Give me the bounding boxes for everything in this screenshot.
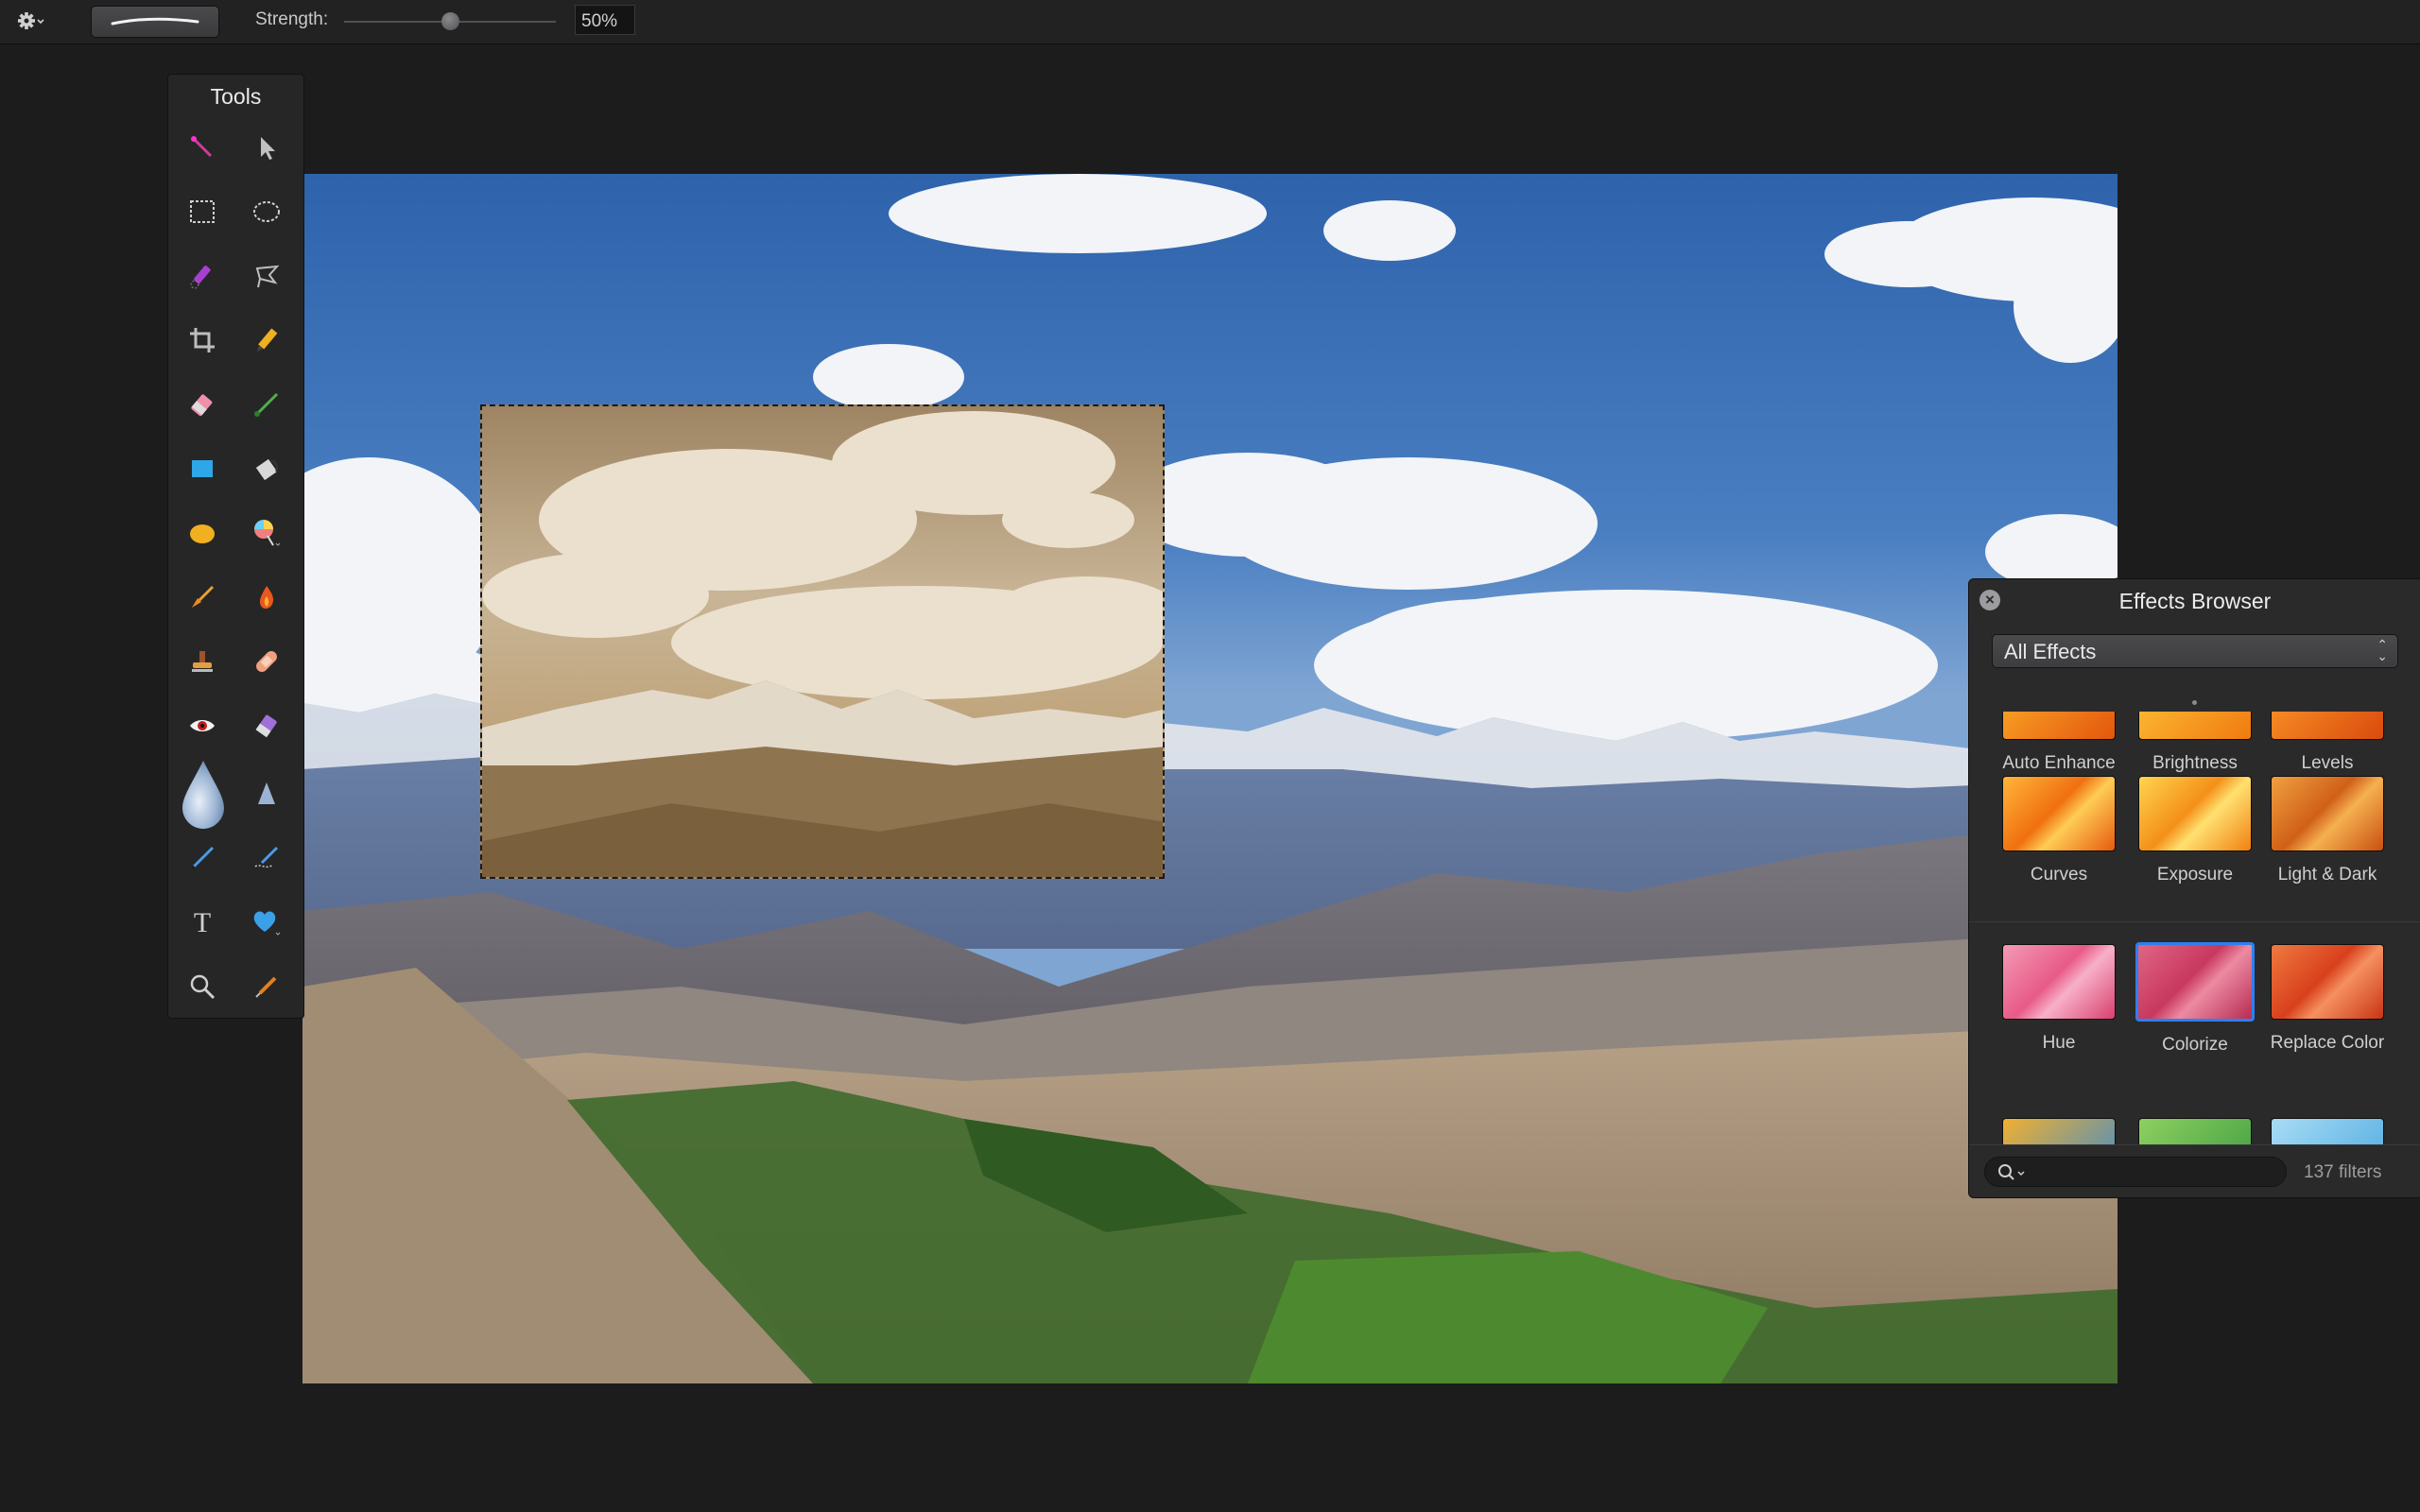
rectangle-shape-icon[interactable]	[182, 449, 222, 489]
effects-category-select[interactable]: All Effects ⌃ ⌄	[1992, 634, 2398, 668]
effect-thumbnail	[2271, 712, 2384, 740]
freeform-pen-icon[interactable]	[247, 838, 286, 878]
effect-thumbnail	[2002, 944, 2116, 1020]
settings-menu-button[interactable]	[15, 8, 45, 34]
ellipse-shape-icon[interactable]	[182, 513, 222, 553]
section-divider	[1969, 921, 2420, 922]
effect-thumbnail	[2002, 712, 2116, 740]
effect-auto-enhance[interactable]: Auto Enhance	[1997, 712, 2120, 774]
effect-light-and-dark[interactable]: Light & Dark	[2266, 776, 2389, 885]
svg-text:T: T	[194, 908, 211, 936]
effect-thumbnail	[2271, 1118, 2384, 1144]
sharpen-cone-icon[interactable]	[247, 774, 286, 814]
effect-colorize[interactable]: Colorize	[2134, 942, 2256, 1056]
tools-title: Tools	[210, 84, 262, 109]
heart-icon[interactable]	[247, 902, 286, 942]
lasso-icon[interactable]	[247, 256, 286, 296]
effects-footer: 137 filters	[1969, 1144, 2420, 1198]
burn-icon[interactable]	[247, 577, 286, 617]
image-canvas[interactable]	[302, 174, 2118, 1383]
effect-thumbnail-selected	[2135, 942, 2255, 1022]
effect-levels[interactable]: Levels	[2266, 712, 2389, 774]
effect-label: Curves	[2030, 865, 2088, 885]
effect-replace-color[interactable]: Replace Color	[2266, 944, 2389, 1054]
ellipse-select-icon[interactable]	[247, 192, 286, 232]
effect-next-1[interactable]	[1997, 1118, 2120, 1144]
zoom-icon[interactable]	[182, 967, 222, 1006]
effect-label: Colorize	[2162, 1035, 2228, 1055]
pen-icon[interactable]	[182, 838, 222, 878]
effect-next-3[interactable]	[2266, 1118, 2389, 1144]
effect-thumbnail	[2002, 1118, 2116, 1144]
eraser-icon[interactable]	[182, 385, 222, 424]
blur-drop-icon[interactable]	[177, 759, 230, 831]
smudge-icon[interactable]	[182, 577, 222, 617]
effect-label: Light & Dark	[2277, 865, 2377, 885]
page-indicator-dot	[2192, 700, 2197, 705]
effects-browser-title: Effects Browser	[2118, 589, 2272, 613]
brush-icon[interactable]	[247, 385, 286, 424]
effect-next-2[interactable]	[2134, 1118, 2256, 1144]
effects-search-field[interactable]	[1984, 1157, 2287, 1187]
effect-thumbnail	[2271, 776, 2384, 851]
filter-count: 137 filters	[2304, 1162, 2382, 1182]
effect-label: Exposure	[2156, 865, 2234, 885]
strength-label: Strength:	[255, 9, 329, 29]
sponge-icon[interactable]	[247, 706, 286, 746]
strength-value-field[interactable]: 50%	[575, 5, 635, 35]
effect-thumbnail	[2138, 1118, 2252, 1144]
stamp-icon[interactable]	[182, 642, 222, 681]
gear-icon	[18, 12, 44, 29]
red-eye-icon[interactable]	[182, 706, 222, 746]
effect-curves[interactable]: Curves	[1997, 776, 2120, 885]
effect-label: Replace Color	[2270, 1033, 2385, 1053]
effect-brightness[interactable]: Brightness	[2134, 712, 2256, 774]
strength-slider-knob[interactable]	[441, 12, 459, 30]
arrow-icon[interactable]	[247, 128, 286, 167]
effect-exposure[interactable]: Exposure	[2134, 776, 2256, 885]
text-icon[interactable]: T	[182, 902, 222, 942]
effect-label: Auto Enhance	[2002, 753, 2116, 773]
sepia-selection-area[interactable]	[480, 404, 1165, 879]
top-toolbar: Strength: 50%	[0, 0, 2420, 44]
effect-hue[interactable]: Hue	[1997, 944, 2120, 1054]
effect-thumbnail	[2271, 944, 2384, 1020]
select-arrows-icon: ⌃ ⌄	[2377, 637, 2388, 663]
lollipop-icon[interactable]	[247, 513, 286, 553]
rect-select-icon[interactable]	[182, 192, 222, 232]
effects-category-value: All Effects	[2004, 640, 2097, 663]
quick-select-icon[interactable]	[182, 256, 222, 296]
effect-thumbnail	[2002, 776, 2116, 851]
sepia-region	[482, 411, 1163, 877]
effect-label: Hue	[2042, 1033, 2076, 1053]
eyedropper-icon[interactable]	[247, 967, 286, 1006]
effect-thumbnail	[2138, 776, 2252, 851]
crop-icon[interactable]	[182, 320, 222, 360]
search-icon	[1998, 1164, 2025, 1180]
magic-wand-icon[interactable]	[182, 128, 222, 167]
bandage-icon[interactable]	[247, 642, 286, 681]
effect-label: Brightness	[2152, 753, 2238, 773]
brush-stroke-icon	[111, 17, 199, 26]
effect-label: Levels	[2301, 753, 2354, 773]
effects-grid[interactable]: Auto Enhance Brightness Levels Curves Ex…	[1969, 712, 2420, 1144]
effects-browser-panel: × Effects Browser All Effects ⌃ ⌄ Auto En…	[1968, 578, 2420, 1198]
pencil-icon[interactable]	[247, 320, 286, 360]
brush-preset-button[interactable]	[91, 6, 219, 38]
tools-palette: Tools T	[167, 74, 304, 1019]
effect-thumbnail	[2138, 712, 2252, 740]
paint-bucket-icon[interactable]	[247, 449, 286, 489]
